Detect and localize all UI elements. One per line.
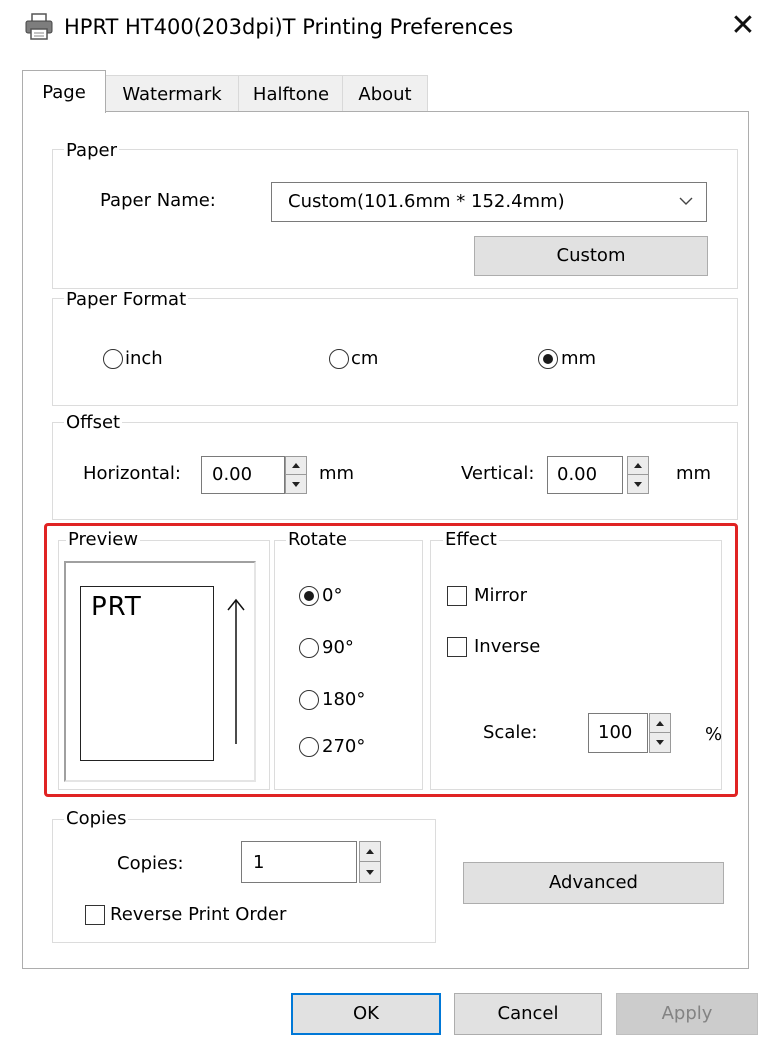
scale-unit: % bbox=[705, 724, 723, 745]
radio-rotate-270[interactable] bbox=[299, 737, 319, 757]
radio-mm-label: mm bbox=[561, 348, 597, 369]
effect-group bbox=[430, 540, 722, 790]
scale-value: 100 bbox=[598, 722, 633, 743]
vertical-unit: mm bbox=[676, 463, 712, 484]
copies-spinner[interactable] bbox=[359, 841, 381, 883]
vertical-offset-spinner[interactable] bbox=[627, 456, 649, 494]
preview-sample-text: PRT bbox=[91, 592, 142, 622]
radio-cm[interactable] bbox=[329, 349, 349, 369]
scale-label: Scale: bbox=[483, 722, 538, 743]
advanced-button[interactable]: Advanced bbox=[463, 862, 724, 904]
mirror-checkbox[interactable] bbox=[447, 586, 467, 606]
horizontal-unit: mm bbox=[319, 463, 355, 484]
radio-inch-label: inch bbox=[125, 348, 163, 369]
radio-rotate-0-label: 0° bbox=[322, 585, 343, 606]
radio-rotate-90-label: 90° bbox=[322, 637, 354, 658]
radio-rotate-0[interactable] bbox=[299, 586, 319, 606]
paper-name-value: Custom(101.6mm * 152.4mm) bbox=[288, 191, 565, 212]
horizontal-offset-spinner[interactable] bbox=[285, 456, 307, 494]
dialog-content: Paper Paper Name: Custom(101.6mm * 152.4… bbox=[0, 0, 761, 1042]
copies-value: 1 bbox=[253, 852, 265, 873]
radio-rotate-90[interactable] bbox=[299, 638, 319, 658]
horizontal-label: Horizontal: bbox=[83, 463, 181, 484]
arrow-up-icon bbox=[226, 598, 246, 746]
mirror-label: Mirror bbox=[474, 585, 528, 606]
scale-spinner[interactable] bbox=[649, 713, 671, 753]
preview-group-label: Preview bbox=[66, 529, 141, 551]
vertical-label: Vertical: bbox=[461, 463, 535, 484]
inverse-checkbox[interactable] bbox=[447, 637, 467, 657]
offset-group-label: Offset bbox=[64, 412, 123, 434]
effect-group-label: Effect bbox=[443, 529, 499, 551]
copies-label: Copies: bbox=[117, 853, 184, 874]
custom-button[interactable]: Custom bbox=[474, 236, 708, 276]
copies-group-label: Copies bbox=[64, 808, 129, 830]
radio-mm[interactable] bbox=[538, 349, 558, 369]
paper-name-label: Paper Name: bbox=[100, 190, 216, 211]
reverse-print-order-checkbox[interactable] bbox=[85, 905, 105, 925]
radio-rotate-180[interactable] bbox=[299, 690, 319, 710]
vertical-offset-value: 0.00 bbox=[557, 464, 598, 485]
radio-cm-label: cm bbox=[351, 348, 379, 369]
inverse-label: Inverse bbox=[474, 636, 541, 657]
chevron-down-icon[interactable] bbox=[678, 193, 694, 209]
radio-rotate-270-label: 270° bbox=[322, 736, 366, 757]
paper-group-label: Paper bbox=[64, 140, 119, 162]
horizontal-offset-value: 0.00 bbox=[212, 464, 253, 485]
radio-inch[interactable] bbox=[103, 349, 123, 369]
rotate-group-label: Rotate bbox=[286, 529, 349, 551]
reverse-print-order-label: Reverse Print Order bbox=[110, 904, 287, 925]
radio-rotate-180-label: 180° bbox=[322, 689, 366, 710]
paper-format-group-label: Paper Format bbox=[64, 289, 189, 311]
